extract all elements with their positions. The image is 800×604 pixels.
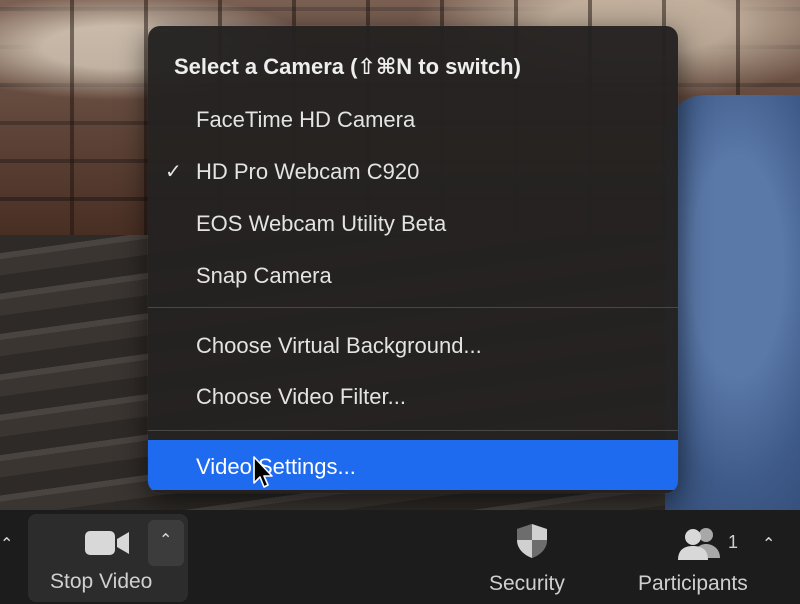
security-button[interactable]: Security <box>480 520 590 600</box>
video-options-button[interactable]: ⌃ <box>148 520 184 566</box>
menu-item-facetime-camera[interactable]: FaceTime HD Camera <box>148 98 678 138</box>
menu-item-eos-webcam[interactable]: EOS Webcam Utility Beta <box>148 202 678 242</box>
security-label: Security <box>489 572 565 595</box>
shield-icon <box>517 524 547 558</box>
menu-item-hd-pro-webcam[interactable]: ✓ HD Pro Webcam C920 <box>148 150 678 190</box>
stop-video-button[interactable]: Stop Video <box>40 520 153 600</box>
menu-separator <box>148 307 678 308</box>
participants-label: Participants <box>638 572 748 595</box>
menu-item-label: FaceTime HD Camera <box>196 107 416 132</box>
menu-item-video-filter[interactable]: Choose Video Filter... <box>148 375 678 415</box>
chevron-up-icon[interactable]: ⌃ <box>762 534 775 554</box>
stop-video-label: Stop Video <box>50 570 153 593</box>
cursor-icon <box>253 456 273 488</box>
chevron-up-icon: ⌃ <box>159 532 173 549</box>
menu-title: Select a Camera (⇧⌘N to switch) <box>174 54 521 79</box>
menu-item-label: Choose Virtual Background... <box>196 333 482 358</box>
participants-icon <box>678 528 720 560</box>
participant-silhouette <box>665 95 800 510</box>
menu-item-virtual-background[interactable]: Choose Virtual Background... <box>148 324 678 364</box>
video-camera-icon <box>85 531 129 555</box>
menu-item-snap-camera[interactable]: Snap Camera <box>148 254 678 294</box>
menu-item-label: Snap Camera <box>196 263 332 288</box>
checkmark-icon: ✓ <box>165 161 182 183</box>
camera-select-menu: Select a Camera (⇧⌘N to switch) FaceTime… <box>148 26 678 493</box>
menu-item-label: Video Settings... <box>196 454 356 479</box>
menu-separator <box>148 430 678 431</box>
menu-item-label: EOS Webcam Utility Beta <box>196 211 447 236</box>
menu-item-video-settings[interactable]: Video Settings... <box>148 440 678 490</box>
menu-item-label: HD Pro Webcam C920 <box>196 159 420 184</box>
menu-item-label: Choose Video Filter... <box>196 384 406 409</box>
chevron-up-icon[interactable]: ⌃ <box>0 534 13 554</box>
participants-button[interactable]: 1 Participants <box>632 520 772 600</box>
participants-count: 1 <box>728 532 739 552</box>
